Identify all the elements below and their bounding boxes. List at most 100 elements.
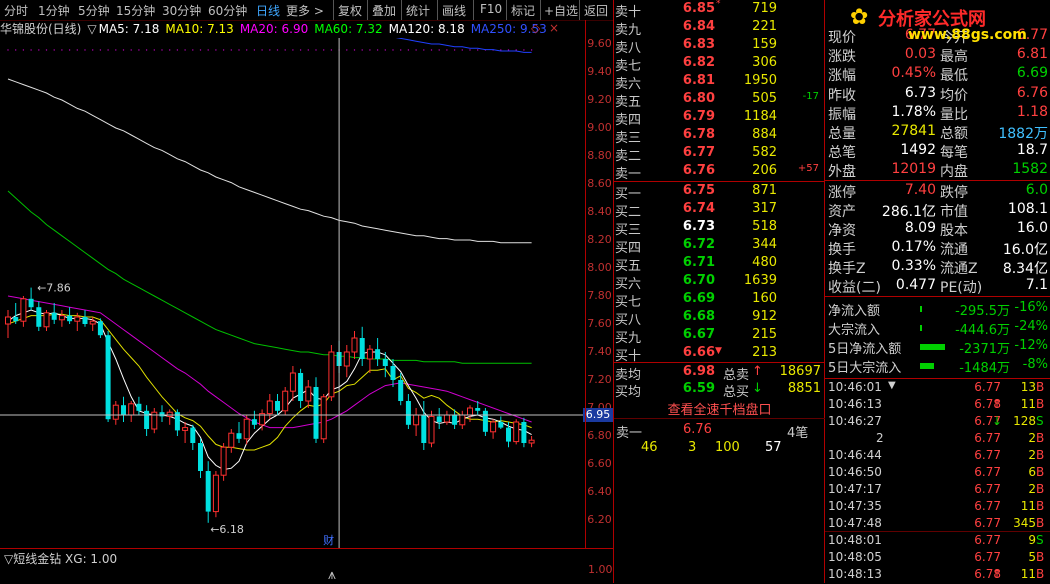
back-button[interactable]: 返回 <box>584 2 608 19</box>
stats-button[interactable]: 统计 <box>406 2 430 19</box>
ask-row[interactable]: 卖二 6.77 582 <box>615 145 824 164</box>
candle-body <box>320 396 327 440</box>
tab-daily[interactable]: 日线 <box>256 2 280 19</box>
bid-row[interactable]: 买四 6.72 344 <box>615 237 824 256</box>
quote-row: 外盘 12019 内盘 1582 <box>828 161 1048 181</box>
ma5-line <box>7 309 532 471</box>
tick-row[interactable]: 10:48:13 6.78 ↑ 11 B <box>826 567 1050 584</box>
overlay-button[interactable]: 叠加 <box>372 2 396 19</box>
ask-row[interactable]: 卖六 6.81 1950 <box>615 73 824 92</box>
y-tick-label: 8.20 <box>587 233 612 246</box>
ma60-line <box>7 190 532 364</box>
bid-volume: 1639 <box>743 273 777 288</box>
candle-body <box>136 403 142 411</box>
bid-row[interactable]: 买五 6.71 480 <box>615 255 824 274</box>
tab-1min[interactable]: 1分钟 <box>38 2 70 19</box>
indicator-label[interactable]: ▽短线金钻 XG: 1.00 <box>4 550 117 567</box>
tick-row[interactable]: 10:46:44 6.77 2B <box>826 448 1050 465</box>
bid-row[interactable]: 买八 6.68 912 <box>615 309 824 328</box>
tab-30min[interactable]: 30分钟 <box>162 2 201 19</box>
tab-more[interactable]: 更多 > <box>286 2 324 19</box>
bid-volume: 871 <box>752 183 777 198</box>
bid-volume: 480 <box>752 255 777 270</box>
tick-row[interactable]: 10:48:05 6.77 5B <box>826 550 1050 567</box>
signal-dot <box>261 49 263 51</box>
close-icon[interactable]: × <box>549 21 559 35</box>
bid-price: 6.66 <box>682 345 715 360</box>
signal-dot <box>453 49 456 51</box>
candle-body <box>413 414 420 426</box>
ask-row[interactable]: 卖七 6.82 306 <box>615 55 824 74</box>
signal-dot <box>461 49 463 51</box>
ma10-line <box>7 313 532 451</box>
ask-level-label: 卖二 <box>615 149 642 164</box>
quote-row: 涨跌 0.03 最高 6.81 <box>828 46 1048 66</box>
add-watchlist-button[interactable]: +自选 <box>544 2 578 19</box>
bid-level-label: 买六 <box>615 277 642 292</box>
bid-volume: 912 <box>752 309 777 324</box>
tick-row[interactable]: 2 6.77 2B <box>826 431 1050 448</box>
mark-button[interactable]: 标记 <box>511 2 535 19</box>
ask-row[interactable]: 卖四 6.79 1184 <box>615 109 824 128</box>
candle-body <box>89 320 96 325</box>
candle-body <box>521 422 527 443</box>
tick-row[interactable]: 10:48:01 6.77 9S <box>826 533 1050 550</box>
flower-icon: ✿ <box>850 5 869 30</box>
bid-row[interactable]: 买七 6.69 160 <box>615 291 824 310</box>
signal-dot <box>99 49 102 51</box>
candle-body <box>13 317 19 322</box>
tick-row[interactable]: 10:47:17 6.77 2B <box>826 482 1050 499</box>
draw-line-button[interactable]: 画线 <box>442 2 466 19</box>
bid-row[interactable]: 买十 6.66 ▼ 213 <box>615 345 824 364</box>
diamond-icon[interactable]: ◇ <box>531 21 540 35</box>
signal-dot <box>307 49 309 51</box>
bid-volume: 317 <box>752 201 777 216</box>
candle-body <box>359 338 365 359</box>
bid-volume: 344 <box>752 237 777 252</box>
bid-row[interactable]: 买六 6.70 1639 <box>615 273 824 292</box>
ask-row[interactable]: 卖八 6.83 159 <box>615 37 824 56</box>
candle-body <box>513 421 520 443</box>
ask-price: 6.82 <box>682 55 715 70</box>
tick-row[interactable]: 10:47:35 6.77 11 B <box>826 499 1050 516</box>
candle-body <box>390 366 396 380</box>
tab-fenshi[interactable]: 分时 <box>4 2 28 19</box>
f10-button[interactable]: F10 <box>480 2 502 16</box>
fuquan-button[interactable]: 复权 <box>338 2 362 19</box>
signal-dot <box>392 49 394 51</box>
y-tick-label: 8.80 <box>587 149 612 162</box>
signal-dot <box>407 49 410 51</box>
full-depth-button[interactable]: 查看全速千档盘口 <box>615 399 824 418</box>
candle-body <box>190 427 196 443</box>
ask-price: 6.80 <box>682 91 715 106</box>
tick-row[interactable]: 10:46:01 ▼ 6.77 13 B <box>826 380 1050 397</box>
tab-5min[interactable]: 5分钟 <box>78 2 110 19</box>
tick-row[interactable]: 10:47:48 6.77 345 B <box>826 516 1050 533</box>
bid-row[interactable]: 买一 6.75 871 <box>615 183 824 202</box>
ask-row[interactable]: 卖九 6.84 221 <box>615 19 824 38</box>
candle-body <box>58 315 65 321</box>
signal-dot <box>276 49 279 51</box>
stock-name[interactable]: 华锦股份(日线) <box>0 22 81 36</box>
signal-dot <box>192 49 194 51</box>
y-tick-label: 8.00 <box>587 261 612 274</box>
tick-row[interactable]: 10:46:27 6.77 ↓ 128 S <box>826 414 1050 431</box>
candle-body <box>528 439 535 444</box>
tick-row[interactable]: 10:46:13 6.78 ↑ 11 B <box>826 397 1050 414</box>
bid-level-label: 买二 <box>615 205 642 220</box>
tab-60min[interactable]: 60分钟 <box>208 2 247 19</box>
signal-dot <box>330 49 333 51</box>
bid-row[interactable]: 买三 6.73 518 <box>615 219 824 238</box>
flow-bar <box>920 325 922 331</box>
signal-dot <box>138 49 140 51</box>
ask-row[interactable]: 卖三 6.78 884 <box>615 127 824 146</box>
bid-row[interactable]: 买九 6.67 215 <box>615 327 824 346</box>
bid-row[interactable]: 买二 6.74 317 <box>615 201 824 220</box>
tick-row[interactable]: 10:46:50 6.77 6B <box>826 465 1050 482</box>
ask-row[interactable]: 卖十 6.85 * 719 <box>615 0 824 20</box>
candlestick-chart[interactable]: ←7.86 ←6.18 财 <box>0 38 585 548</box>
ask-row[interactable]: 卖一 6.76 206 +57 <box>615 163 824 182</box>
ask-row[interactable]: 卖五 6.80 505 -17 <box>615 91 824 110</box>
tab-15min[interactable]: 15分钟 <box>116 2 155 19</box>
ask-volume: 884 <box>752 127 777 142</box>
